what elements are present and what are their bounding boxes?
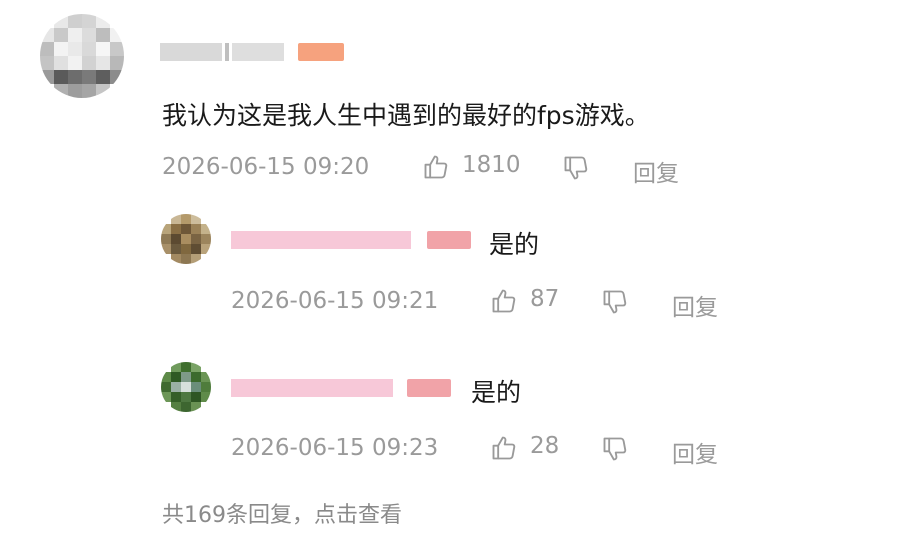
reply-1-timestamp: 2026-06-15 09:21 — [231, 288, 439, 314]
thumbs-up-icon — [490, 287, 518, 315]
avatar-main-user[interactable] — [40, 14, 124, 98]
reply-1-text: 是的 — [489, 230, 540, 259]
avatar-reply-2[interactable] — [161, 362, 211, 412]
main-like-button[interactable] — [422, 153, 450, 181]
reply-2-reply-button[interactable]: 回复 — [672, 435, 718, 469]
reply-2-text: 是的 — [471, 378, 522, 407]
avatar-reply-1[interactable] — [161, 214, 211, 264]
username-reply-2-blurred[interactable] — [231, 377, 451, 399]
reply-1-dislike-button[interactable] — [601, 288, 629, 316]
view-more-replies-link[interactable]: 共169条回复，点击查看 — [162, 497, 402, 529]
reply-1-reply-button[interactable]: 回复 — [672, 288, 718, 322]
reply-2-dislike-button[interactable] — [601, 435, 629, 463]
main-reply-button[interactable]: 回复 — [633, 154, 679, 188]
thumbs-up-icon — [422, 153, 450, 181]
thumbs-down-icon — [601, 288, 629, 316]
reply-1-like-button[interactable] — [490, 287, 518, 315]
thumbs-down-icon — [562, 154, 590, 182]
thumbs-down-icon — [601, 435, 629, 463]
username-reply-1-blurred[interactable] — [231, 229, 471, 251]
username-main-blurred[interactable] — [160, 41, 344, 63]
reply-2-timestamp: 2026-06-15 09:23 — [231, 435, 439, 461]
main-like-count: 1810 — [462, 152, 521, 178]
reply-1-like-count: 87 — [530, 286, 560, 312]
reply-2-like-button[interactable] — [490, 434, 518, 462]
main-comment-timestamp: 2026-06-15 09:20 — [162, 154, 370, 180]
main-comment-text: 我认为这是我人生中遇到的最好的fps游戏。 — [162, 101, 650, 130]
thumbs-up-icon — [490, 434, 518, 462]
main-dislike-button[interactable] — [562, 154, 590, 182]
reply-2-like-count: 28 — [530, 433, 560, 459]
